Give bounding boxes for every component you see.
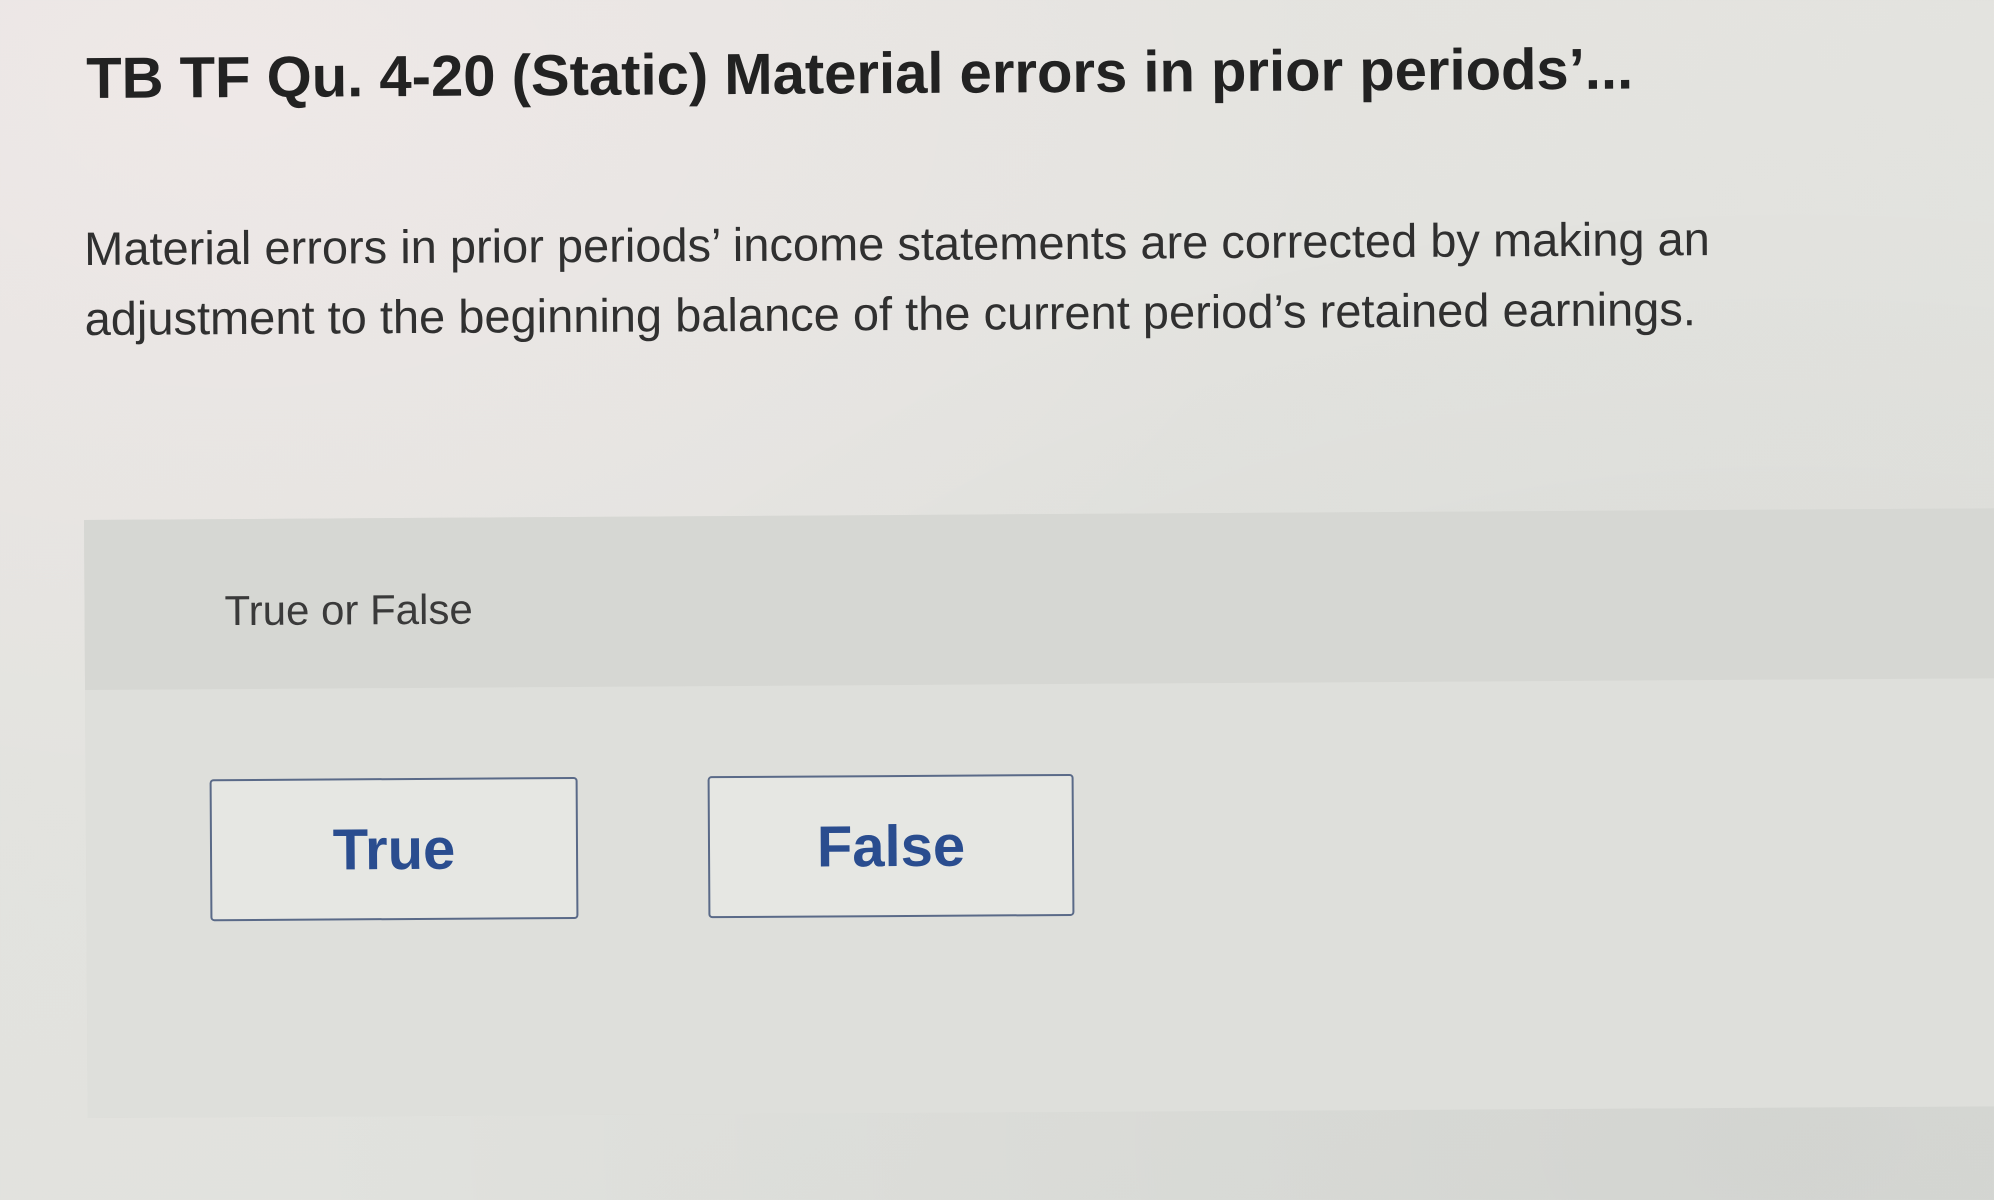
answer-type-label: True or False bbox=[224, 585, 473, 635]
answer-panel: True or False True False bbox=[84, 508, 1994, 1118]
false-button[interactable]: False bbox=[707, 773, 1075, 919]
question-prompt: Material errors in prior periods’ income… bbox=[84, 212, 1710, 345]
true-button[interactable]: True bbox=[209, 776, 579, 922]
answer-panel-header: True or False bbox=[84, 508, 1994, 690]
question-title: TB TF Qu. 4-20 (Static) Material errors … bbox=[86, 36, 1634, 111]
